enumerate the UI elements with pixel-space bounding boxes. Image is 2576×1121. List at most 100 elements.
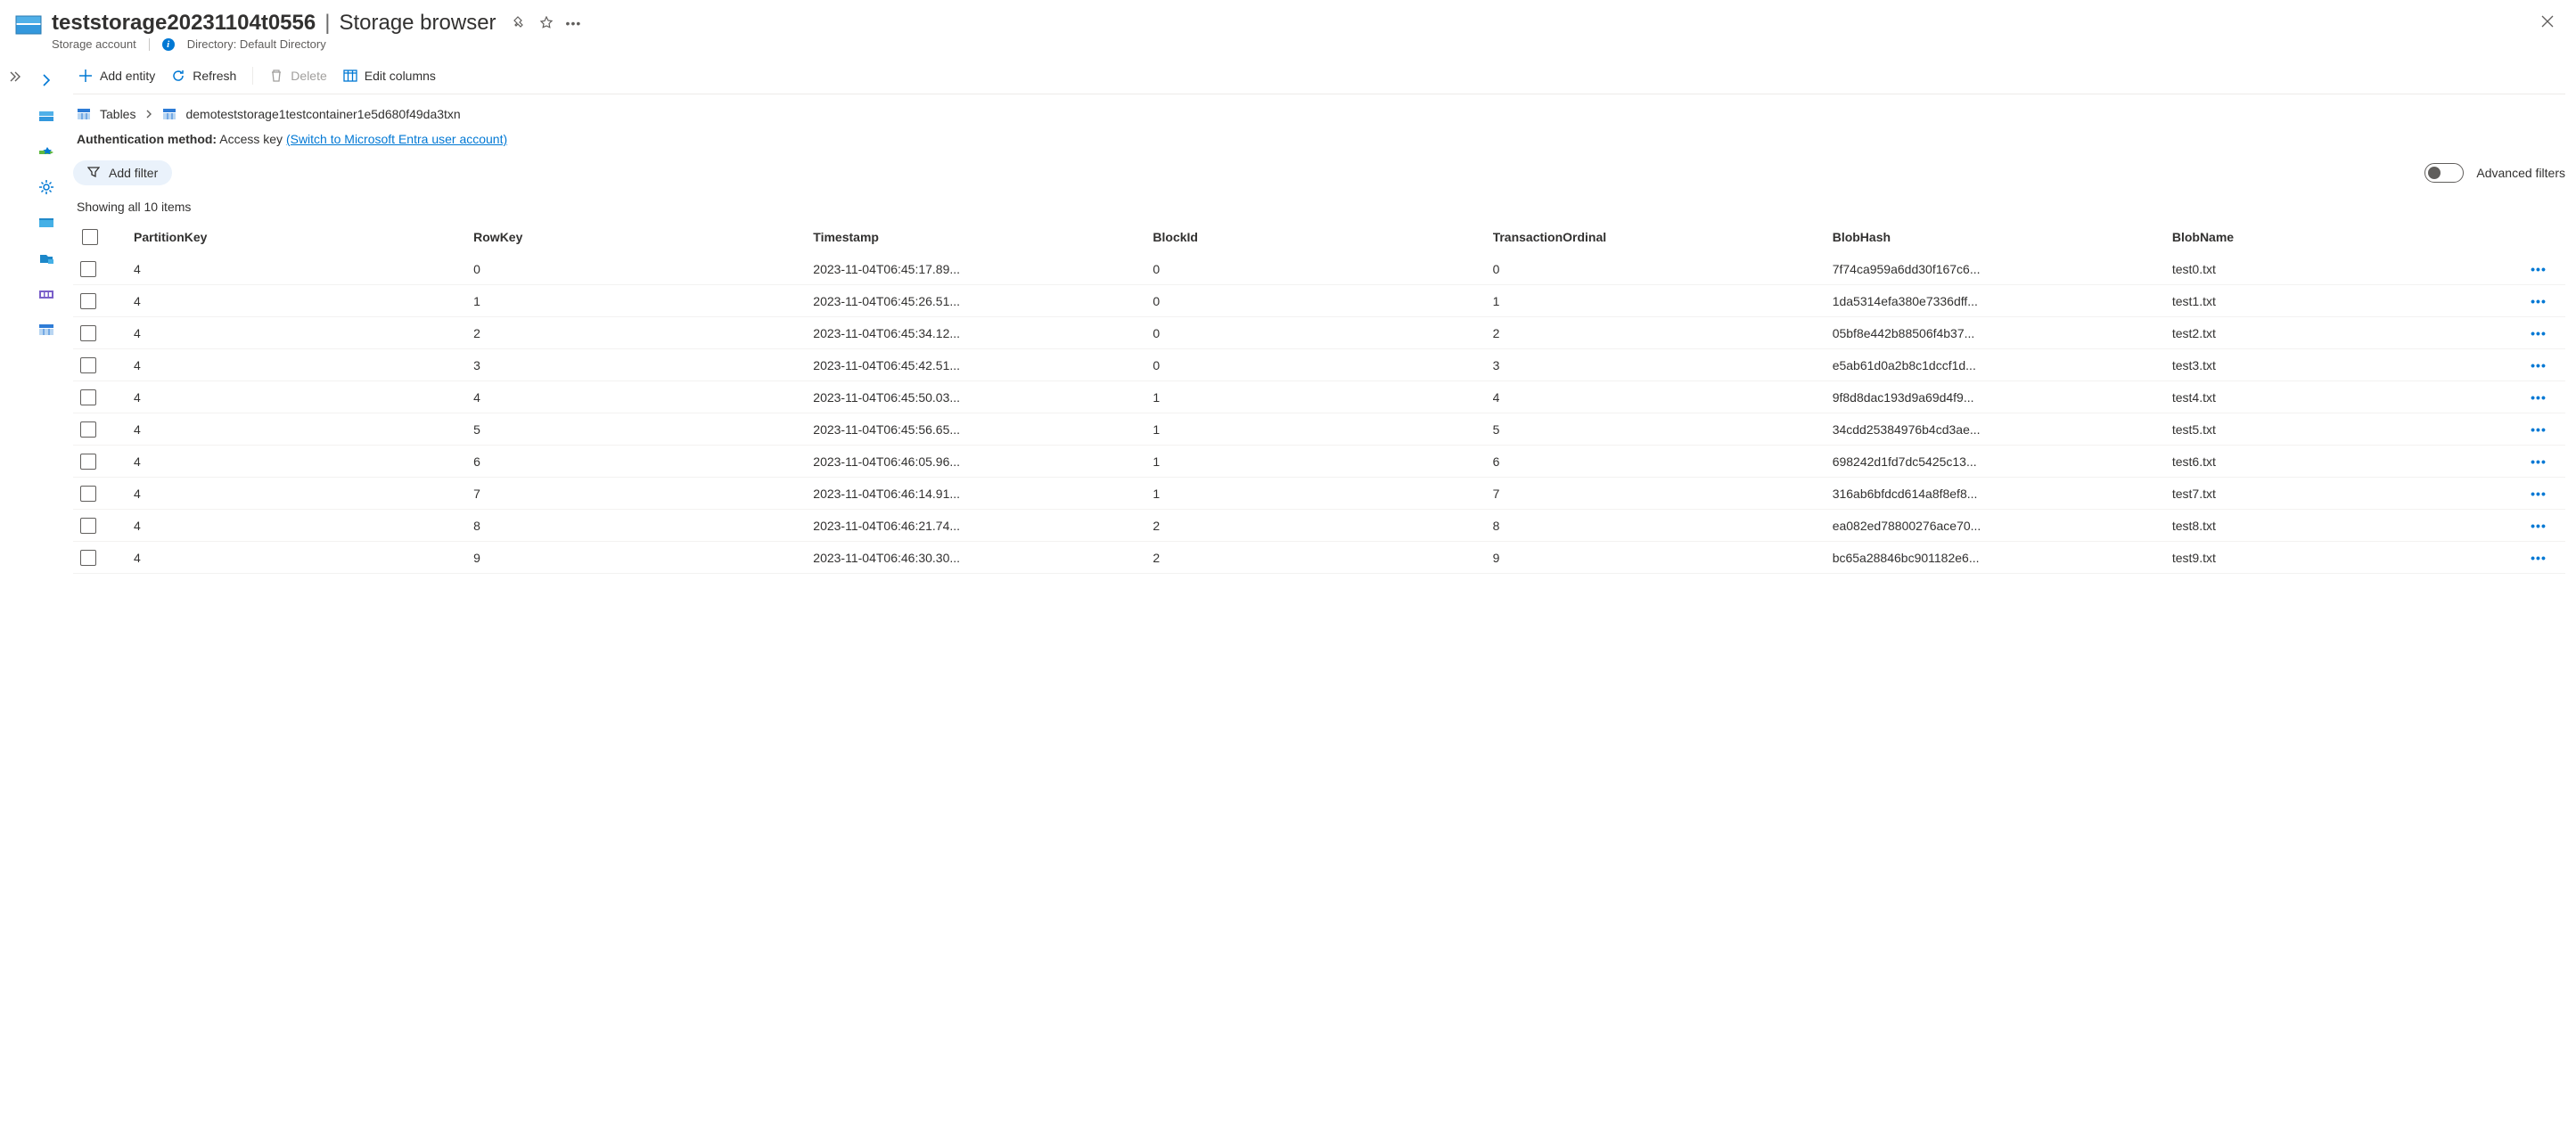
cell-blockid: 1 [1153,487,1492,501]
cell-timestamp: 2023-11-04T06:45:56.65... [813,422,1153,437]
table-header-row: PartitionKey RowKey Timestamp BlockId Tr… [73,221,2565,253]
item-count: Showing all 10 items [73,198,2565,221]
cell-blobhash: 34cdd25384976b4cd3ae... [1833,422,2172,437]
sidebar-fileshare-icon[interactable] [37,249,56,268]
cell-blockid: 1 [1153,422,1492,437]
cell-partitionkey: 4 [134,358,473,372]
cell-transactionordinal: 7 [1493,487,1833,501]
cell-timestamp: 2023-11-04T06:45:34.12... [813,326,1153,340]
cell-transactionordinal: 5 [1493,422,1833,437]
table-row[interactable]: 452023-11-04T06:45:56.65...1534cdd253849… [73,413,2565,446]
row-checkbox[interactable] [80,550,96,566]
pin-icon[interactable] [513,16,527,30]
close-icon[interactable] [2537,11,2558,32]
advanced-filters-label: Advanced filters [2476,166,2565,180]
switch-auth-link[interactable]: (Switch to Microsoft Entra user account) [286,132,507,146]
table-row[interactable]: 482023-11-04T06:46:21.74...28ea082ed7880… [73,510,2565,542]
resource-type: Storage account [52,37,136,51]
cell-partitionkey: 4 [134,390,473,405]
table-row[interactable]: 422023-11-04T06:45:34.12...0205bf8e442b8… [73,317,2565,349]
refresh-label: Refresh [193,69,236,83]
row-more-icon[interactable]: ••• [2512,326,2565,340]
cell-blobname: test5.txt [2172,422,2512,437]
row-more-icon[interactable]: ••• [2512,422,2565,437]
add-entity-label: Add entity [100,69,155,83]
cell-blockid: 0 [1153,294,1492,308]
filter-row: Add filter Advanced filters [73,159,2565,198]
row-more-icon[interactable]: ••• [2512,390,2565,405]
row-checkbox[interactable] [80,293,96,309]
table-row[interactable]: 402023-11-04T06:45:17.89...007f74ca959a6… [73,253,2565,285]
favorite-icon[interactable] [539,16,554,30]
row-checkbox[interactable] [80,261,96,277]
cell-partitionkey: 4 [134,294,473,308]
more-icon[interactable]: ••• [566,16,582,30]
cell-rowkey: 7 [473,487,813,501]
cell-transactionordinal: 6 [1493,454,1833,469]
cell-blobname: test9.txt [2172,551,2512,565]
toolbar-separator [252,67,253,85]
cell-rowkey: 1 [473,294,813,308]
row-more-icon[interactable]: ••• [2512,519,2565,533]
cell-transactionordinal: 9 [1493,551,1833,565]
divider [149,38,150,51]
cell-partitionkey: 4 [134,487,473,501]
expand-chevrons-icon[interactable] [0,58,27,574]
row-checkbox[interactable] [80,518,96,534]
col-rowkey[interactable]: RowKey [473,230,813,244]
refresh-button[interactable]: Refresh [171,69,236,83]
table-row[interactable]: 472023-11-04T06:46:14.91...17316ab6bfdcd… [73,478,2565,510]
add-entity-button[interactable]: Add entity [78,69,155,83]
col-blobname[interactable]: BlobName [2172,230,2512,244]
cell-blockid: 0 [1153,326,1492,340]
row-checkbox[interactable] [80,486,96,502]
advanced-filters-toggle[interactable] [2424,163,2464,183]
entity-table: PartitionKey RowKey Timestamp BlockId Tr… [73,221,2565,574]
filter-icon [87,166,102,180]
cell-transactionordinal: 4 [1493,390,1833,405]
table-row[interactable]: 462023-11-04T06:46:05.96...16698242d1fd7… [73,446,2565,478]
sidebar-rail [27,58,66,574]
row-checkbox[interactable] [80,389,96,405]
row-more-icon[interactable]: ••• [2512,294,2565,308]
row-more-icon[interactable]: ••• [2512,358,2565,372]
sidebar-gear-icon[interactable] [37,177,56,197]
table-row[interactable]: 492023-11-04T06:46:30.30...29bc65a28846b… [73,542,2565,574]
col-transactionordinal[interactable]: TransactionOrdinal [1493,230,1833,244]
row-more-icon[interactable]: ••• [2512,487,2565,501]
col-partitionkey[interactable]: PartitionKey [134,230,473,244]
sidebar-chevron-icon[interactable] [37,70,56,90]
cell-blobhash: 1da5314efa380e7336dff... [1833,294,2172,308]
sidebar-favorites-icon[interactable] [37,142,56,161]
sidebar-container-icon[interactable] [37,213,56,233]
cell-rowkey: 0 [473,262,813,276]
title-separator: | [324,11,330,36]
cell-timestamp: 2023-11-04T06:45:50.03... [813,390,1153,405]
col-blockid[interactable]: BlockId [1153,230,1492,244]
cell-blobhash: e5ab61d0a2b8c1dccf1d... [1833,358,2172,372]
table-row[interactable]: 432023-11-04T06:45:42.51...03e5ab61d0a2b… [73,349,2565,381]
row-more-icon[interactable]: ••• [2512,551,2565,565]
row-more-icon[interactable]: ••• [2512,262,2565,276]
col-timestamp[interactable]: Timestamp [813,230,1153,244]
row-checkbox[interactable] [80,454,96,470]
select-all-checkbox[interactable] [82,229,98,245]
table-row[interactable]: 442023-11-04T06:45:50.03...149f8d8dac193… [73,381,2565,413]
col-blobhash[interactable]: BlobHash [1833,230,2172,244]
cell-blobhash: ea082ed78800276ace70... [1833,519,2172,533]
sidebar-table-icon[interactable] [37,320,56,340]
sidebar-storage-icon[interactable] [37,106,56,126]
edit-columns-button[interactable]: Edit columns [343,69,436,83]
table-row[interactable]: 412023-11-04T06:45:26.51...011da5314efa3… [73,285,2565,317]
table-icon [162,107,176,121]
cell-blobhash: 316ab6bfdcd614a8f8ef8... [1833,487,2172,501]
sidebar-queue-icon[interactable] [37,284,56,304]
cell-blobhash: 05bf8e442b88506f4b37... [1833,326,2172,340]
row-checkbox[interactable] [80,421,96,438]
row-checkbox[interactable] [80,325,96,341]
row-more-icon[interactable]: ••• [2512,454,2565,469]
breadcrumb-tables[interactable]: Tables [100,107,135,121]
cell-partitionkey: 4 [134,519,473,533]
row-checkbox[interactable] [80,357,96,373]
add-filter-button[interactable]: Add filter [73,160,172,185]
